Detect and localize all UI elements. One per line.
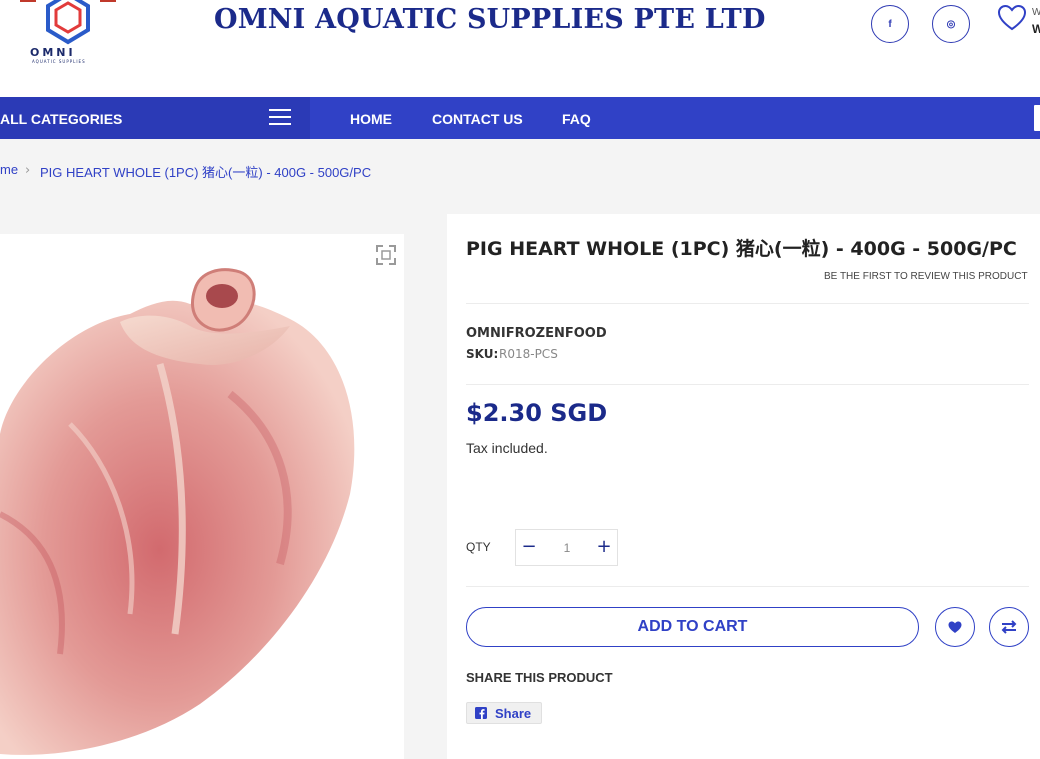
facebook-share-button[interactable]: Share: [466, 702, 542, 724]
product-vendor[interactable]: OMNIFROZENFOOD: [466, 326, 607, 341]
add-to-wishlist-button[interactable]: [935, 607, 975, 647]
product-photo: [0, 268, 355, 755]
breadcrumb-current: PIG HEART WHOLE (1PC) 猪心(一粒) - 400G - 50…: [40, 165, 372, 180]
heart-icon: [948, 621, 962, 633]
heart-icon: [997, 4, 1027, 31]
brand-name: OMNI AQUATIC SUPPLIES PTE LTD: [214, 4, 766, 35]
divider: [466, 586, 1029, 587]
instagram-link[interactable]: ◎: [932, 5, 970, 43]
product-image[interactable]: [0, 234, 404, 759]
tax-note: Tax included.: [466, 440, 548, 456]
compare-button[interactable]: [989, 607, 1029, 647]
logo-subtext: AQUATIC SUPPLIES: [32, 59, 86, 64]
divider: [466, 303, 1029, 304]
wishlist-header-link[interactable]: [997, 4, 1027, 34]
sku-value: R018-PCS: [499, 347, 558, 361]
compare-arrows-icon: [1001, 620, 1017, 634]
instagram-icon: ◎: [946, 18, 956, 30]
qty-label: QTY: [466, 540, 491, 554]
product-price: $2.30 SGD: [466, 399, 608, 427]
facebook-icon: [475, 707, 487, 719]
site-logo[interactable]: OMNI AQUATIC SUPPLIES: [20, 0, 116, 76]
facebook-link[interactable]: f: [871, 5, 909, 43]
breadcrumb-home[interactable]: me: [0, 162, 18, 177]
nav-search-edge[interactable]: [1034, 105, 1040, 131]
panel-gap: [427, 214, 447, 759]
fullscreen-icon[interactable]: [376, 245, 396, 265]
nav-contact-us[interactable]: CONTACT US: [432, 111, 523, 127]
minus-icon[interactable]: −: [519, 533, 539, 561]
quantity-input[interactable]: [542, 536, 592, 560]
share-title: SHARE THIS PRODUCT: [466, 670, 613, 685]
share-label: Share: [495, 705, 532, 721]
all-categories-label[interactable]: ALL CATEGORIES: [0, 111, 122, 127]
hamburger-icon[interactable]: [269, 109, 291, 126]
logo-text: OMNI: [30, 46, 76, 59]
review-link[interactable]: BE THE FIRST TO REVIEW THIS PRODUCT: [824, 271, 1028, 282]
nav-faq[interactable]: FAQ: [562, 111, 591, 127]
sku-label: SKU:: [466, 347, 499, 361]
wishlist-small-label: W: [1032, 7, 1040, 18]
plus-icon[interactable]: +: [594, 533, 614, 561]
nav-home[interactable]: HOME: [350, 111, 392, 127]
add-to-cart-button[interactable]: ADD TO CART: [466, 607, 919, 647]
chevron-right-icon: ›: [25, 163, 31, 178]
divider: [466, 384, 1029, 385]
facebook-icon: f: [888, 18, 892, 30]
wishlist-big-label[interactable]: W: [1032, 22, 1040, 36]
product-title: PIG HEART WHOLE (1PC) 猪心(一粒) - 400G - 50…: [466, 238, 1017, 260]
